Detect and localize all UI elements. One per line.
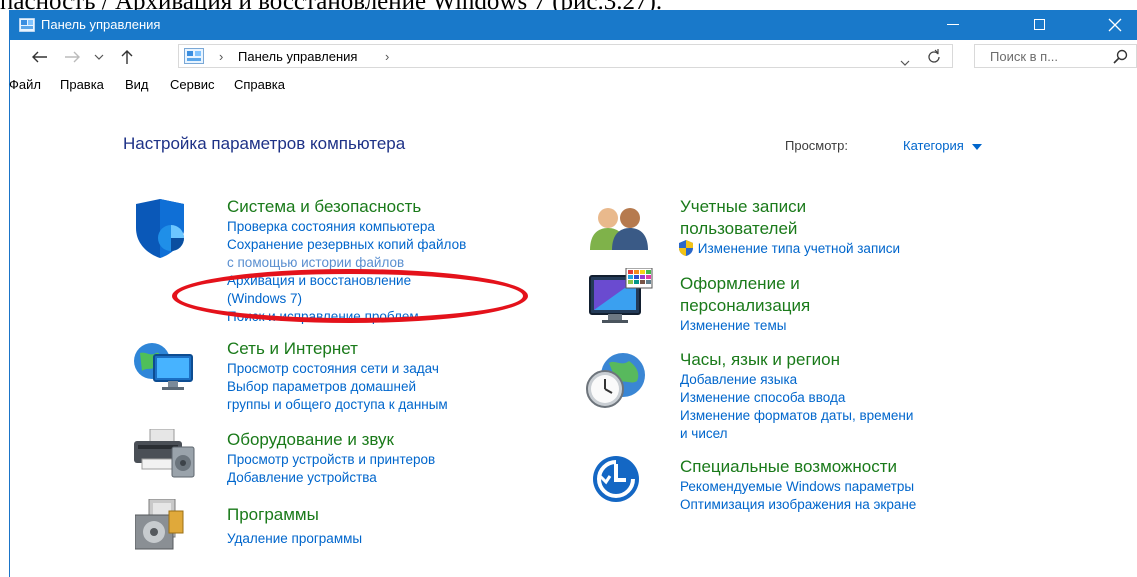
search-field[interactable]: Поиск в п...: [974, 44, 1137, 68]
network-icon[interactable]: [132, 341, 198, 396]
forward-arrow-icon[interactable]: [62, 48, 82, 66]
programs-icon[interactable]: [134, 498, 187, 556]
view-by-label: Просмотр:: [785, 138, 848, 153]
clock-globe-icon[interactable]: [585, 351, 649, 416]
category-programs: Программы Удаление программы: [227, 504, 362, 548]
link-change-theme[interactable]: Изменение темы: [680, 317, 810, 335]
maximize-button[interactable]: [1017, 10, 1063, 40]
link-change-account-type[interactable]: Изменение типа учетной записи: [678, 240, 900, 258]
category-title-user-accounts[interactable]: Учетные записи: [680, 196, 900, 218]
link-change-date-formats-line2[interactable]: и чисел: [680, 425, 913, 443]
control-panel-content: Настройка параметров компьютера Просмотр…: [10, 96, 1137, 577]
breadcrumb-control-panel[interactable]: Панель управления: [238, 49, 357, 64]
link-check-computer-status[interactable]: Проверка состояния компьютера: [227, 218, 466, 236]
search-icon[interactable]: [1113, 49, 1128, 69]
category-network-internet: Сеть и Интернет Просмотр состояния сети …: [227, 338, 448, 414]
breadcrumb-separator-end[interactable]: ›: [385, 49, 389, 64]
link-add-language[interactable]: Добавление языка: [680, 371, 913, 389]
menu-edit[interactable]: Правка: [60, 77, 104, 92]
link-change-date-formats[interactable]: Изменение форматов даты, времени: [680, 407, 913, 425]
address-bar: › Панель управления › Поиск в п...: [10, 40, 1137, 74]
link-homegroup-options[interactable]: Выбор параметров домашней: [227, 378, 448, 396]
menu-bar: Файл Правка Вид Сервис Справка: [9, 74, 1137, 96]
address-dropdown-chevron-icon[interactable]: [900, 53, 910, 71]
category-title-ease-of-access[interactable]: Специальные возможности: [680, 456, 916, 478]
category-title-system-security[interactable]: Система и безопасность: [227, 196, 466, 218]
category-title-hardware-sound[interactable]: Оборудование и звук: [227, 429, 435, 451]
menu-view[interactable]: Вид: [125, 77, 149, 92]
up-arrow-icon[interactable]: [117, 48, 137, 66]
control-panel-window: Панель управления › Панель управления › …: [9, 10, 1137, 577]
close-button[interactable]: [1092, 10, 1137, 40]
accessibility-icon[interactable]: [590, 454, 642, 509]
category-hardware-sound: Оборудование и звук Просмотр устройств и…: [227, 429, 435, 487]
menu-file[interactable]: Файл: [9, 77, 41, 92]
uac-shield-icon: [678, 240, 698, 256]
category-title-network-internet[interactable]: Сеть и Интернет: [227, 338, 448, 360]
link-homegroup-options-line2[interactable]: группы и общего доступа к данным: [227, 396, 448, 414]
display-icon[interactable]: [588, 267, 654, 331]
document-caption: пасность / Архивация и восстановление Wi…: [0, 0, 1137, 10]
back-arrow-icon[interactable]: [30, 48, 50, 66]
annotation-highlight-ellipse: [172, 269, 528, 323]
category-title-programs[interactable]: Программы: [227, 504, 362, 526]
view-by-dropdown[interactable]: Категория: [903, 138, 983, 153]
category-title-user-accounts-line2[interactable]: пользователей: [680, 218, 900, 240]
category-user-accounts: Учетные записи пользователей Изменение т…: [678, 196, 900, 258]
link-change-input-method[interactable]: Изменение способа ввода: [680, 389, 913, 407]
category-title-clock-language-region[interactable]: Часы, язык и регион: [680, 349, 913, 371]
menu-help[interactable]: Справка: [234, 77, 285, 92]
link-recommended-settings[interactable]: Рекомендуемые Windows параметры: [680, 478, 916, 496]
link-devices-printers[interactable]: Просмотр устройств и принтеров: [227, 451, 435, 469]
link-add-device[interactable]: Добавление устройства: [227, 469, 435, 487]
printer-icon[interactable]: [134, 428, 196, 484]
category-clock-language-region: Часы, язык и регион Добавление языка Изм…: [680, 349, 913, 443]
window-title: Панель управления: [41, 17, 161, 32]
title-bar: Панель управления: [10, 10, 1137, 40]
link-network-status[interactable]: Просмотр состояния сети и задач: [227, 360, 448, 378]
category-title-appearance[interactable]: Оформление и: [680, 273, 810, 295]
view-by-value: Категория: [903, 138, 964, 153]
category-ease-of-access: Специальные возможности Рекомендуемые Wi…: [680, 456, 916, 514]
link-backup-copies[interactable]: Сохранение резервных копий файлов: [227, 236, 466, 254]
category-title-appearance-line2[interactable]: персонализация: [680, 295, 810, 317]
link-optimize-display[interactable]: Оптимизация изображения на экране: [680, 496, 916, 514]
shield-icon[interactable]: [132, 198, 192, 265]
refresh-icon[interactable]: [927, 49, 941, 68]
menu-tools[interactable]: Сервис: [170, 77, 215, 92]
category-appearance: Оформление и персонализация Изменение те…: [680, 273, 810, 335]
minimize-button[interactable]: [930, 10, 976, 40]
view-by-chevron-icon: [967, 138, 983, 153]
page-title: Настройка параметров компьютера: [123, 134, 406, 153]
address-field[interactable]: › Панель управления ›: [178, 44, 953, 68]
link-change-account-type-label: Изменение типа учетной записи: [697, 241, 901, 256]
users-icon[interactable]: [588, 204, 652, 257]
control-panel-icon: [18, 17, 36, 37]
link-uninstall-program[interactable]: Удаление программы: [227, 530, 362, 548]
recent-locations-chevron-icon[interactable]: [92, 48, 106, 66]
breadcrumb-separator: ›: [219, 49, 224, 64]
search-placeholder: Поиск в п...: [990, 49, 1059, 64]
control-panel-small-icon: [184, 48, 204, 69]
